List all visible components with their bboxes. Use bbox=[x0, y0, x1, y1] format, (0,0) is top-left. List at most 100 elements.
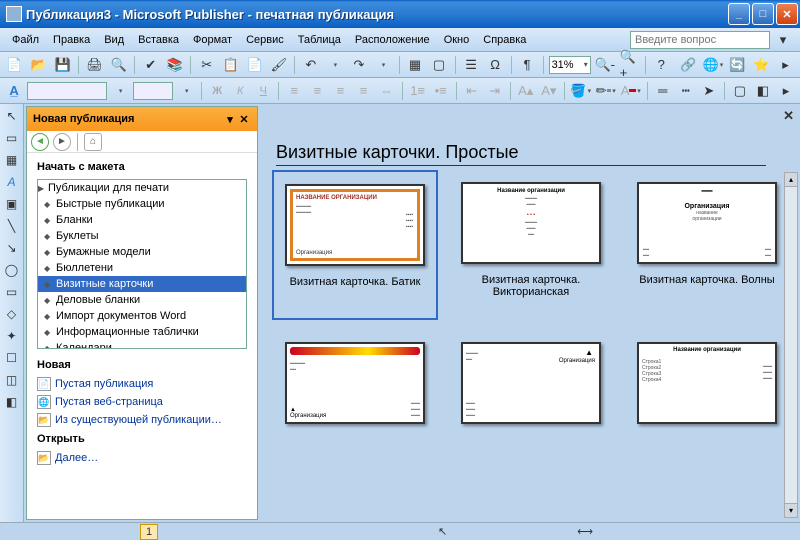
line-color-button[interactable]: ✏ bbox=[595, 80, 617, 102]
bullets-button[interactable]: •≡ bbox=[431, 80, 451, 102]
hotspot-tool[interactable]: ✦ bbox=[2, 326, 22, 346]
maximize-button[interactable]: □ bbox=[752, 3, 774, 25]
print-preview-button[interactable]: 🔍 bbox=[108, 54, 129, 76]
template-category-tree[interactable]: ▶Публикации для печати ◆Быстрые публикац… bbox=[37, 179, 247, 349]
favorites-button[interactable]: ⭐ bbox=[751, 54, 772, 76]
menu-layout[interactable]: Расположение bbox=[349, 32, 436, 48]
picture-frame-tool[interactable]: ▣ bbox=[2, 194, 22, 214]
template-card[interactable]: НАЗВАНИЕ ОРГАНИЗАЦИИ━━━━━━━━━━▪▪▪▪▪▪▪▪▪▪… bbox=[272, 170, 438, 320]
tree-item[interactable]: ◆Буклеты bbox=[38, 228, 246, 244]
special-chars-button[interactable]: Ω bbox=[485, 54, 506, 76]
wordart-tool[interactable]: A bbox=[2, 172, 22, 192]
print-button[interactable]: 🖨 bbox=[84, 54, 105, 76]
task-pane-close-icon[interactable]: ✕ bbox=[237, 112, 251, 126]
bold-button[interactable]: Ж bbox=[207, 80, 227, 102]
nav-forward-button[interactable]: ► bbox=[53, 133, 71, 151]
menu-insert[interactable]: Вставка bbox=[132, 32, 185, 48]
menu-window[interactable]: Окно bbox=[438, 32, 476, 48]
oval-tool[interactable]: ◯ bbox=[2, 260, 22, 280]
template-card[interactable]: ▲Организация━━━━━━━━━━━━━━━ bbox=[448, 330, 614, 480]
gallery-close-icon[interactable]: ✕ bbox=[783, 108, 794, 124]
indent-decrease-button[interactable]: ⇤ bbox=[462, 80, 482, 102]
tree-item[interactable]: ◆Календари bbox=[38, 340, 246, 349]
menu-format[interactable]: Формат bbox=[187, 32, 238, 48]
tree-item[interactable]: ◆Быстрые публикации bbox=[38, 196, 246, 212]
tree-item[interactable]: ◆Визитные карточки bbox=[38, 276, 246, 292]
template-card[interactable]: Название организации━━━━━━━• • •━━━━━━━━… bbox=[448, 170, 614, 320]
undo-button[interactable]: ↶ bbox=[300, 54, 321, 76]
zoom-in-button[interactable]: 🔍+ bbox=[619, 54, 640, 76]
research-button[interactable]: 📚 bbox=[164, 54, 185, 76]
minimize-button[interactable]: _ bbox=[728, 3, 750, 25]
align-left-button[interactable]: ≡ bbox=[284, 80, 304, 102]
scroll-down-button[interactable]: ▾ bbox=[785, 503, 797, 517]
web-options-button[interactable]: 🌐 bbox=[702, 54, 724, 76]
titlebar[interactable]: Публикация3 - Microsoft Publisher - печа… bbox=[0, 0, 800, 28]
arrow-tool[interactable]: ↘ bbox=[2, 238, 22, 258]
design-gallery-tool[interactable]: ◫ bbox=[2, 370, 22, 390]
rectangle-tool[interactable]: ▭ bbox=[2, 282, 22, 302]
3d-button[interactable]: ◧ bbox=[753, 80, 773, 102]
redo-button[interactable]: ↷ bbox=[348, 54, 369, 76]
fontsize-dropdown[interactable] bbox=[176, 80, 196, 102]
font-combobox[interactable] bbox=[27, 82, 107, 100]
arrow-style-button[interactable]: ➤ bbox=[699, 80, 719, 102]
menu-edit[interactable]: Правка bbox=[47, 32, 96, 48]
textbox-tool[interactable]: ▭ bbox=[2, 128, 22, 148]
send-back-button[interactable]: ▢ bbox=[429, 54, 450, 76]
font-dropdown[interactable] bbox=[110, 80, 130, 102]
open-link[interactable]: 📂Далее… bbox=[27, 449, 257, 467]
numbering-button[interactable]: 1≡ bbox=[408, 80, 428, 102]
undo-dropdown[interactable] bbox=[324, 54, 345, 76]
tree-root[interactable]: ▶Публикации для печати bbox=[38, 180, 246, 196]
dash-style-button[interactable]: ┅ bbox=[676, 80, 696, 102]
gallery-scrollbar[interactable]: ▴ ▾ bbox=[784, 172, 798, 518]
form-control-tool[interactable]: ☐ bbox=[2, 348, 22, 368]
styles-button[interactable]: A̲ bbox=[4, 80, 24, 102]
format-painter-button[interactable]: 🖌 bbox=[268, 54, 289, 76]
align-justify-button[interactable]: ≡ bbox=[354, 80, 374, 102]
indent-increase-button[interactable]: ⇥ bbox=[485, 80, 505, 102]
fontsize-combobox[interactable] bbox=[133, 82, 173, 100]
increase-font-button[interactable]: A▴ bbox=[516, 80, 536, 102]
more-button[interactable]: ▸ bbox=[775, 54, 796, 76]
close-button[interactable]: ✕ bbox=[776, 3, 798, 25]
connect-web-button[interactable]: 🔗 bbox=[678, 54, 699, 76]
template-card[interactable]: ━━━Организацияназваниеорганизации━━━━━━━… bbox=[624, 170, 790, 320]
tree-item[interactable]: ◆Информационные таблички bbox=[38, 324, 246, 340]
shadow-button[interactable]: ▢ bbox=[730, 80, 750, 102]
font-color-button[interactable]: A bbox=[620, 80, 642, 102]
template-card[interactable]: Название организацииСтрока1Строка2Строка… bbox=[624, 330, 790, 480]
bookmark-tool[interactable]: ◧ bbox=[2, 392, 22, 412]
help-search-input[interactable] bbox=[630, 31, 770, 49]
tree-item[interactable]: ◆Бумажные модели bbox=[38, 244, 246, 260]
align-center-button[interactable]: ≡ bbox=[307, 80, 327, 102]
scroll-up-button[interactable]: ▴ bbox=[785, 173, 797, 187]
menu-help[interactable]: Справка bbox=[477, 32, 532, 48]
menu-service[interactable]: Сервис bbox=[240, 32, 290, 48]
zoom-combobox[interactable]: 31%▾ bbox=[549, 56, 591, 74]
show-paragraph-button[interactable]: ¶ bbox=[517, 54, 538, 76]
align-right-button[interactable]: ≡ bbox=[330, 80, 350, 102]
task-pane-dropdown-icon[interactable]: ▾ bbox=[223, 112, 237, 126]
paste-button[interactable]: 📄 bbox=[244, 54, 265, 76]
tree-item[interactable]: ◆Бланки bbox=[38, 212, 246, 228]
help-dropdown[interactable]: ▾ bbox=[772, 29, 794, 51]
task-pane-header[interactable]: Новая публикация ▾ ✕ bbox=[27, 107, 257, 131]
underline-button[interactable]: Ч bbox=[253, 80, 273, 102]
new-link[interactable]: 📂Из существующей публикации… bbox=[27, 411, 257, 429]
line-tool[interactable]: ╲ bbox=[2, 216, 22, 236]
new-link[interactable]: 🌐Пустая веб-страница bbox=[27, 393, 257, 411]
template-card[interactable]: ━━━━━━━▲Организация━━━━━━━━━ bbox=[272, 330, 438, 480]
bring-front-button[interactable]: ▦ bbox=[404, 54, 425, 76]
italic-button[interactable]: К bbox=[230, 80, 250, 102]
tree-item[interactable]: ◆Деловые бланки bbox=[38, 292, 246, 308]
save-button[interactable]: 💾 bbox=[52, 54, 73, 76]
open-button[interactable]: 📂 bbox=[28, 54, 49, 76]
decrease-font-button[interactable]: A▾ bbox=[539, 80, 559, 102]
redo-dropdown[interactable] bbox=[372, 54, 393, 76]
select-tool[interactable]: ↖ bbox=[2, 106, 22, 126]
autoshapes-tool[interactable]: ◇ bbox=[2, 304, 22, 324]
new-button[interactable]: 📄 bbox=[4, 54, 25, 76]
tree-item[interactable]: ◆Бюллетени bbox=[38, 260, 246, 276]
